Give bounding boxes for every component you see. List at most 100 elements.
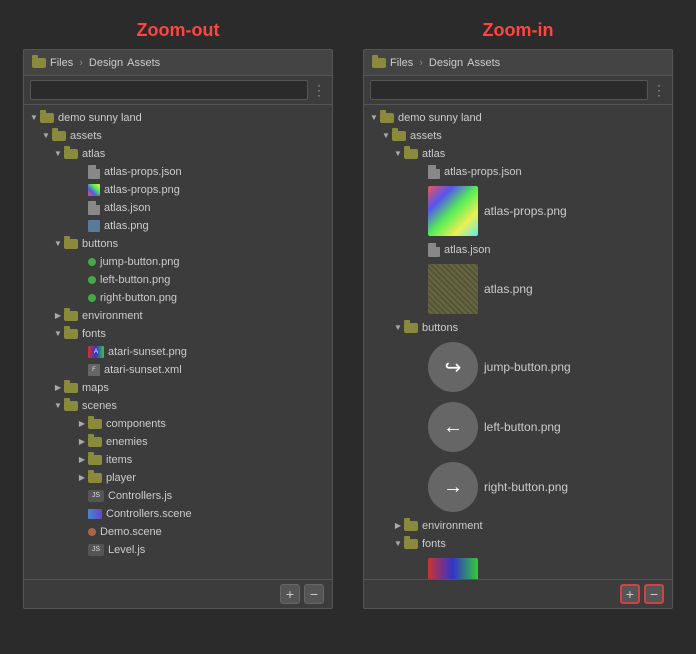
tree-item-demo-scene[interactable]: Demo.scene bbox=[24, 523, 332, 541]
folder-icon bbox=[404, 323, 418, 333]
zoom-out-section: Zoom-out Files › Design Assets ⋮ bbox=[23, 20, 333, 609]
folder-icon bbox=[404, 539, 418, 549]
arrow-icon bbox=[392, 520, 404, 532]
tree-item-components[interactable]: components bbox=[24, 415, 332, 433]
tree-item-player[interactable]: player bbox=[24, 469, 332, 487]
tree-item-atari-sunset-xml[interactable]: F atari-sunset.xml bbox=[24, 361, 332, 379]
arrow-icon bbox=[52, 148, 64, 160]
zoom-out-remove-button[interactable]: − bbox=[304, 584, 324, 604]
tree-item-atlas-props-png[interactable]: atlas-props.png bbox=[24, 181, 332, 199]
folder-icon bbox=[64, 383, 78, 393]
tree-item-controllers-js[interactable]: JS Controllers.js bbox=[24, 487, 332, 505]
tree-item-jump-button[interactable]: ↪ jump-button.png bbox=[364, 337, 672, 397]
tree-item-atlas-props-json[interactable]: atlas-props.json bbox=[24, 163, 332, 181]
tree-item-maps[interactable]: maps bbox=[24, 379, 332, 397]
tree-item-environment[interactable]: environment bbox=[364, 517, 672, 535]
zoom-in-footer: + − bbox=[364, 579, 672, 608]
zoom-out-title: Zoom-out bbox=[137, 20, 220, 41]
folder-icon bbox=[88, 455, 102, 465]
folder-icon bbox=[64, 239, 78, 249]
right-button-thumb: → bbox=[428, 462, 478, 512]
arrow-icon bbox=[52, 400, 64, 412]
folder-icon bbox=[64, 401, 78, 411]
jump-button-thumb: ↪ bbox=[428, 342, 478, 392]
tree-item-level-js[interactable]: JS Level.js bbox=[24, 541, 332, 559]
breadcrumb-files[interactable]: Files bbox=[390, 57, 413, 69]
zoom-in-tree: demo sunny land assets atlas bbox=[364, 105, 672, 579]
breadcrumb-assets[interactable]: Assets bbox=[467, 57, 500, 69]
atlas-props-png-thumb bbox=[428, 186, 478, 236]
zoom-out-panel: Files › Design Assets ⋮ demo sunny land bbox=[23, 49, 333, 609]
zoom-in-menu-dots[interactable]: ⋮ bbox=[652, 82, 666, 99]
arrow-icon bbox=[76, 472, 88, 484]
tree-item-jump-button[interactable]: jump-button.png bbox=[24, 253, 332, 271]
folder-icon bbox=[88, 473, 102, 483]
dot-orange-icon bbox=[88, 528, 96, 536]
dot-icon bbox=[88, 294, 96, 302]
zoom-in-add-button[interactable]: + bbox=[620, 584, 640, 604]
folder-icon bbox=[64, 329, 78, 339]
arrow-icon bbox=[52, 382, 64, 394]
tree-item-buttons[interactable]: buttons bbox=[364, 319, 672, 337]
tree-item-atari-sunset-png[interactable] bbox=[364, 553, 672, 579]
png-file-icon bbox=[88, 220, 100, 232]
folder-icon bbox=[52, 131, 66, 141]
folder-icon bbox=[88, 419, 102, 429]
arrow-icon bbox=[392, 538, 404, 550]
tree-item-left-button[interactable]: ← left-button.png bbox=[364, 397, 672, 457]
zoom-out-menu-dots[interactable]: ⋮ bbox=[312, 82, 326, 99]
tree-item-atlas-png[interactable]: atlas.png bbox=[364, 259, 672, 319]
header-folder-icon bbox=[372, 58, 386, 68]
tree-item-atlas-png[interactable]: atlas.png bbox=[24, 217, 332, 235]
tree-item-fonts[interactable]: fonts bbox=[24, 325, 332, 343]
arrow-icon bbox=[368, 112, 380, 124]
breadcrumb-files[interactable]: Files bbox=[50, 57, 73, 69]
zoom-out-footer: + − bbox=[24, 579, 332, 608]
breadcrumb-design[interactable]: Design bbox=[429, 57, 463, 69]
tree-item-atlas-json[interactable]: atlas.json bbox=[364, 241, 672, 259]
breadcrumb-design[interactable]: Design bbox=[89, 57, 123, 69]
zoom-in-header: Files › Design Assets bbox=[364, 50, 672, 76]
tree-item-enemies[interactable]: enemies bbox=[24, 433, 332, 451]
zoom-out-add-button[interactable]: + bbox=[280, 584, 300, 604]
breadcrumb-assets[interactable]: Assets bbox=[127, 57, 160, 69]
tree-item-right-button[interactable]: → right-button.png bbox=[364, 457, 672, 517]
tree-item-demo-sunny-land[interactable]: demo sunny land bbox=[364, 109, 672, 127]
tree-item-atlas[interactable]: atlas bbox=[364, 145, 672, 163]
tree-item-left-button[interactable]: left-button.png bbox=[24, 271, 332, 289]
tree-item-atari-sunset-png[interactable]: A atari-sunset.png bbox=[24, 343, 332, 361]
tree-item-buttons[interactable]: buttons bbox=[24, 235, 332, 253]
tree-item-atlas-json[interactable]: atlas.json bbox=[24, 199, 332, 217]
atlas-png-icon bbox=[88, 184, 100, 196]
folder-icon bbox=[392, 131, 406, 141]
tree-item-atlas-props-json[interactable]: atlas-props.json bbox=[364, 163, 672, 181]
tree-item-fonts[interactable]: fonts bbox=[364, 535, 672, 553]
tree-item-assets[interactable]: assets bbox=[364, 127, 672, 145]
tree-item-demo-sunny-land[interactable]: demo sunny land bbox=[24, 109, 332, 127]
scene-file-icon bbox=[88, 509, 102, 519]
tree-item-scenes[interactable]: scenes bbox=[24, 397, 332, 415]
atlas-png-thumb bbox=[428, 264, 478, 314]
json-file-icon bbox=[88, 165, 100, 179]
zoom-out-search-row: ⋮ bbox=[24, 76, 332, 105]
arrow-icon bbox=[380, 130, 392, 142]
zoom-out-tree: demo sunny land assets atlas bbox=[24, 105, 332, 579]
arrow-icon bbox=[76, 454, 88, 466]
arrow-icon bbox=[392, 322, 404, 334]
tree-item-environment[interactable]: environment bbox=[24, 307, 332, 325]
tree-item-controllers-scene[interactable]: Controllers.scene bbox=[24, 505, 332, 523]
zoom-out-search-input[interactable] bbox=[30, 80, 308, 100]
dot-icon bbox=[88, 258, 96, 266]
zoom-in-search-row: ⋮ bbox=[364, 76, 672, 105]
zoom-in-search-input[interactable] bbox=[370, 80, 648, 100]
tree-item-assets[interactable]: assets bbox=[24, 127, 332, 145]
zoom-in-section: Zoom-in Files › Design Assets ⋮ bbox=[363, 20, 673, 609]
tree-item-items[interactable]: items bbox=[24, 451, 332, 469]
font-png-icon: A bbox=[88, 346, 104, 358]
arrow-icon bbox=[40, 130, 52, 142]
tree-item-atlas-props-png[interactable]: atlas-props.png bbox=[364, 181, 672, 241]
arrow-icon bbox=[52, 238, 64, 250]
tree-item-atlas[interactable]: atlas bbox=[24, 145, 332, 163]
tree-item-right-button[interactable]: right-button.png bbox=[24, 289, 332, 307]
zoom-in-remove-button[interactable]: − bbox=[644, 584, 664, 604]
